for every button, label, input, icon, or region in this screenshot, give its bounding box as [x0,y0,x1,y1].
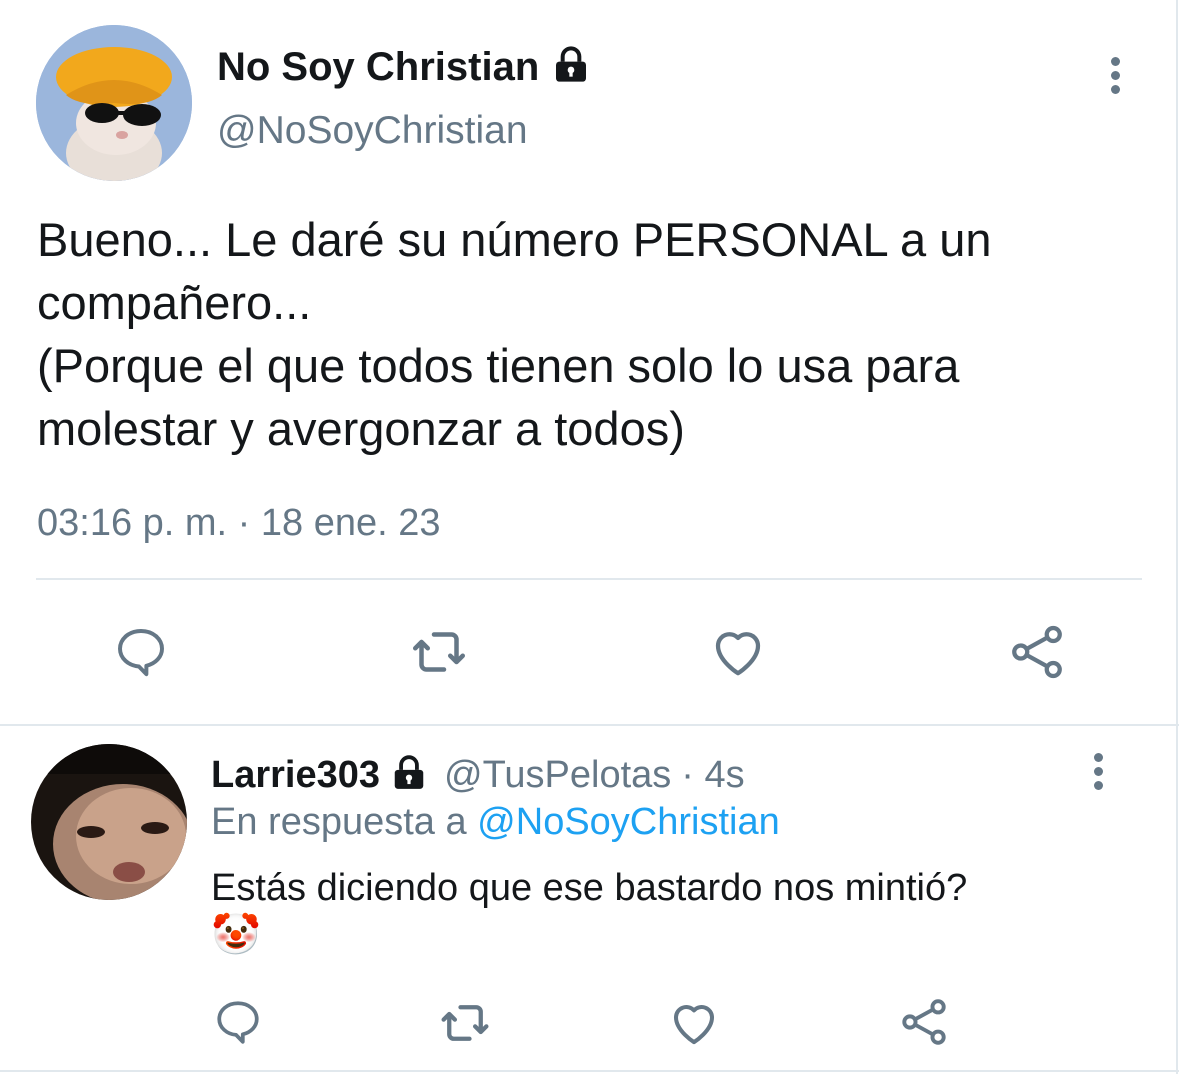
like-button[interactable] [667,996,721,1050]
reply-text: Estás diciendo que ese bastardo nos mint… [211,867,968,909]
reply-button[interactable] [112,624,170,680]
in-reply-to-label: En respuesta a [211,801,467,843]
retweet-icon [413,632,465,672]
tweet-timestamp[interactable]: 03:16 p. m. · 18 ene. 23 [37,502,441,545]
right-border [1176,0,1178,1074]
share-button[interactable] [1007,622,1067,682]
retweet-button[interactable] [408,622,470,682]
reply-icon [217,1001,259,1044]
tweet-text-line: (Porque el que todos tienen solo lo usa … [37,339,960,392]
more-options-icon[interactable] [1105,57,1125,97]
section-divider [0,724,1179,726]
heart-icon [673,1005,715,1045]
reply-avatar[interactable] [31,744,187,900]
retweet-icon [441,1005,489,1041]
tweet-text-line: compañero... [37,276,312,329]
tweet-text: Bueno... Le daré su número PERSONAL a un… [37,208,991,460]
bottom-divider [0,1070,1179,1072]
author-avatar[interactable] [36,25,192,181]
clown-emoji: 🤡 [211,913,261,957]
reply-display-name[interactable]: Larrie303 [211,754,380,797]
more-options-icon[interactable] [1088,753,1108,793]
reply-icon [118,629,164,677]
reply-age[interactable]: · 4s [681,754,744,797]
share-button[interactable] [898,996,950,1048]
author-display-name[interactable]: No Soy Christian [217,45,539,90]
divider [36,578,1142,580]
lock-icon [390,754,428,797]
heart-icon [715,632,761,676]
reply-handle[interactable]: @TusPelotas [444,754,671,797]
tweet-text-line: molestar y avergonzar a todos) [37,402,685,455]
share-icon [902,999,946,1045]
share-icon [1012,625,1062,679]
tweet-text-line: Bueno... Le daré su número PERSONAL a un [37,213,992,266]
author-handle[interactable]: @NoSoyChristian [217,109,528,153]
in-reply-to-link[interactable]: @NoSoyChristian [477,801,780,843]
reply-button[interactable] [213,997,263,1047]
lock-icon [551,45,591,90]
like-button[interactable] [707,622,769,682]
retweet-button[interactable] [437,996,493,1050]
